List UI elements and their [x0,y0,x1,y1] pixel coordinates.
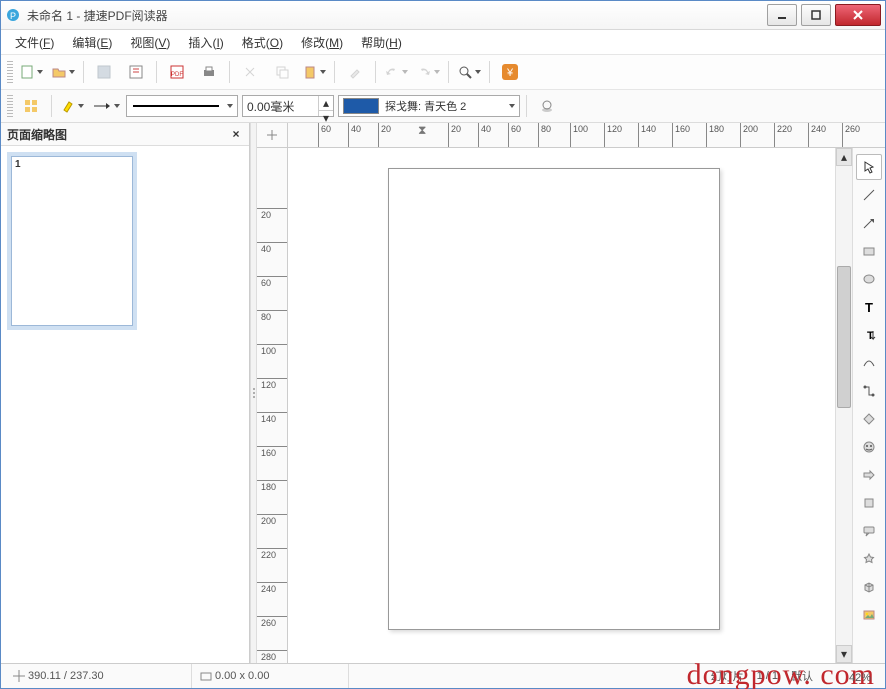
status-coords: 390.11 / 237.30 [5,664,192,688]
spin-up-icon[interactable]: ▴ [319,96,333,111]
close-button[interactable] [835,4,881,26]
tool-arrow[interactable] [856,210,882,236]
property-bar: 0.00毫米 ▴▾ 探戈舞: 青天色 2 [1,90,885,123]
tool-stars[interactable] [856,546,882,572]
drawing-canvas[interactable] [288,148,835,663]
layout-button[interactable] [16,93,46,119]
menu-view[interactable]: 视图(V) [122,32,178,53]
svg-text:P: P [10,11,16,21]
shadow-button[interactable] [532,93,562,119]
paste-button[interactable] [299,59,329,85]
titlebar[interactable]: P 未命名 1 - 捷速PDF阅读器 [1,1,885,30]
tool-text[interactable]: T [856,294,882,320]
window-title: 未命名 1 - 捷速PDF阅读器 [27,7,763,24]
svg-text:PDF: PDF [171,72,183,78]
app-window: P 未命名 1 - 捷速PDF阅读器 文件(F) 编辑(E) 视图(V) 插入(… [0,0,886,689]
highlight-button[interactable] [57,93,87,119]
menubar: 文件(F) 编辑(E) 视图(V) 插入(I) 格式(O) 修改(M) 帮助(H… [1,30,885,55]
tool-symbol-shapes[interactable] [856,434,882,460]
menu-edit[interactable]: 编辑(E) [64,32,120,53]
canvas-area: ⧗ 60402020406080100120140160180200220240… [257,123,885,663]
cut-button[interactable] [235,59,265,85]
watermark: dongpow. com [687,658,875,689]
line-width-value: 0.00毫米 [243,98,318,115]
redo-button[interactable] [413,59,443,85]
vertical-ruler[interactable]: 20406080100120140160180200220240260280 [257,148,288,663]
zoom-button[interactable] [454,59,484,85]
tool-rectangle[interactable] [856,238,882,264]
tool-3d[interactable] [856,574,882,600]
page-thumbnail[interactable]: 1 [11,156,133,326]
tool-gallery[interactable] [856,602,882,628]
status-right: 幻灯片 1 / 1 默认 dongpow. com 42% [349,664,881,688]
crosshair-icon [13,670,25,682]
copy-button[interactable] [267,59,297,85]
scroll-track[interactable] [836,166,852,645]
body-area: 页面缩略图 × 1 ⧗ 6040202040608010012014016018… [1,123,885,663]
arrow-style-button[interactable] [89,93,123,119]
undo-button[interactable] [381,59,411,85]
status-zoom[interactable]: 42% [849,672,871,684]
maximize-button[interactable] [801,4,831,26]
export-pdf-button[interactable]: PDF [162,59,192,85]
tool-connector[interactable] [856,378,882,404]
color-select[interactable]: 探戈舞: 青天色 2 [338,95,520,117]
line-width-spinner[interactable]: 0.00毫米 ▴▾ [242,95,334,117]
propbar-grip[interactable] [7,95,13,117]
right-toolbox: T T [852,148,885,663]
menu-insert[interactable]: 插入(I) [180,32,231,53]
scroll-thumb[interactable] [837,266,851,408]
statusbar: 390.11 / 237.30 0.00 x 0.00 幻灯片 1 / 1 默认… [1,663,885,688]
color-label: 探戈舞: 青天色 2 [383,98,507,114]
tool-ellipse[interactable] [856,266,882,292]
page[interactable] [388,168,720,630]
format-paintbrush-button[interactable] [340,59,370,85]
save-as-button[interactable] [121,59,151,85]
save-button[interactable] [89,59,119,85]
status-size: 0.00 x 0.00 [192,664,349,688]
app-icon: P [5,7,21,23]
hourglass-icon: ⧗ [418,123,426,138]
toolbar-grip[interactable] [7,61,13,83]
main-toolbar: PDF ¥ [1,55,885,90]
tool-line[interactable] [856,182,882,208]
thumbnail-list[interactable]: 1 [1,146,249,663]
tool-callouts[interactable] [856,518,882,544]
tool-block-arrows[interactable] [856,462,882,488]
menu-help[interactable]: 帮助(H) [353,32,410,53]
panel-splitter[interactable] [250,123,257,663]
panel-header: 页面缩略图 × [1,123,249,146]
line-style-select[interactable] [126,95,238,117]
new-button[interactable] [16,59,46,85]
horizontal-ruler[interactable]: ⧗ 60402020406080100120140160180200220240… [288,123,885,147]
tool-text-vertical[interactable]: T [856,322,882,348]
size-icon [200,670,212,682]
ruler-corner[interactable] [257,123,288,147]
tool-basic-shapes[interactable] [856,406,882,432]
coin-icon[interactable]: ¥ [495,59,525,85]
scroll-up-icon[interactable]: ▴ [836,148,852,166]
tool-curve[interactable] [856,350,882,376]
svg-text:¥: ¥ [506,67,514,79]
panel-title: 页面缩略图 [7,126,67,143]
menu-file[interactable]: 文件(F) [7,32,62,53]
thumbnail-panel: 页面缩略图 × 1 [1,123,250,663]
print-button[interactable] [194,59,224,85]
svg-text:T: T [865,300,873,314]
vertical-scrollbar[interactable]: ▴ ▾ [835,148,852,663]
panel-close-button[interactable]: × [229,127,243,141]
tool-pointer[interactable] [856,154,882,180]
open-button[interactable] [48,59,78,85]
tool-flowchart[interactable] [856,490,882,516]
menu-modify[interactable]: 修改(M) [293,32,351,53]
thumbnail-number: 1 [15,159,21,170]
menu-format[interactable]: 格式(O) [234,32,291,53]
color-swatch [343,98,379,114]
minimize-button[interactable] [767,4,797,26]
